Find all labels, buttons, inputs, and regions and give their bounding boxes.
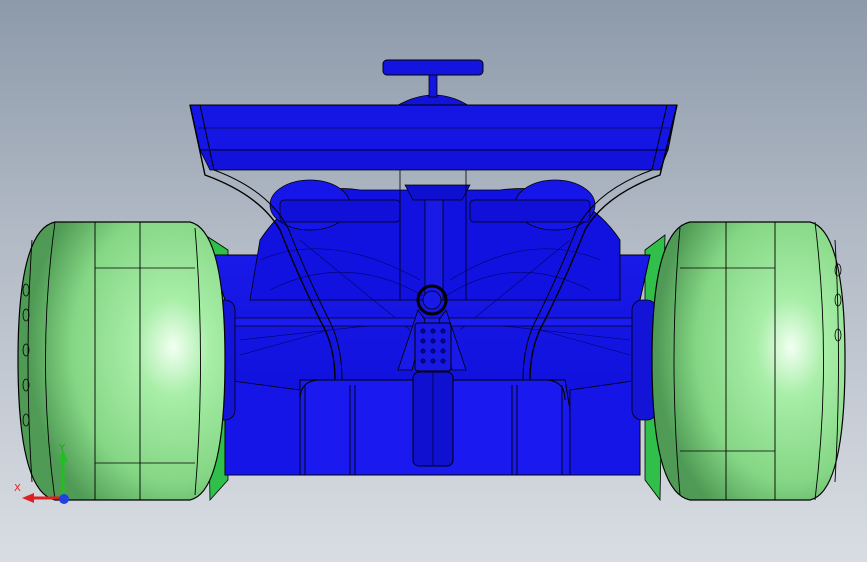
coordinate-triad: X Y — [8, 438, 78, 510]
z-axis-dot-icon — [59, 494, 69, 504]
y-axis-label: Y — [59, 443, 66, 454]
triad-arrows-icon — [22, 450, 69, 504]
diffuser[interactable] — [299, 371, 571, 476]
right-rear-tire[interactable] — [651, 221, 846, 501]
x-axis-label: X — [14, 483, 21, 494]
f1-car-rear-view-model[interactable] — [0, 0, 867, 562]
cad-graphics-viewport[interactable]: X Y — [0, 0, 867, 562]
